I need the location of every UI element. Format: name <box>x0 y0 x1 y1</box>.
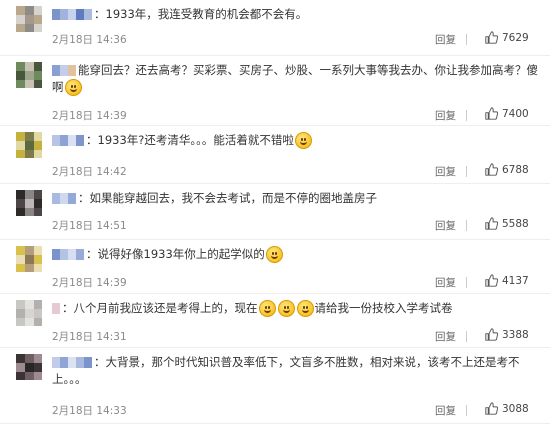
action-divider <box>466 166 467 177</box>
comment-text: ：1933年，我连受教育的机会都不会有。 <box>52 6 540 23</box>
action-divider <box>466 405 467 416</box>
comment-body: 能穿回去？还去高考？买彩票、买房子、炒股、一系列大事等我去办、你让我参加高考？傻… <box>52 62 540 96</box>
thumbs-up-icon <box>485 274 498 287</box>
thumbs-up-icon <box>485 107 498 120</box>
comment-text: ：大背景，那个时代知识普及率低下，文盲多不胜数，相对来说，该考不上还是考不上。。… <box>52 354 540 388</box>
smile-emoji-icon <box>294 132 312 149</box>
comment-timestamp: 2月18日 14:33 <box>52 405 127 417</box>
comment-item: 能穿回去？还去高考？买彩票、买房子、炒股、一系列大事等我去办、你让我参加高考？傻… <box>0 56 550 126</box>
comment-content: 能穿回去？还去高考？买彩票、买房子、炒股、一系列大事等我去办、你让我参加高考？傻… <box>52 63 538 94</box>
comment-body: ：1933年，我连受教育的机会都不会有。 <box>52 6 540 23</box>
comment-item: ：如果能穿越回去，我不会去考试，而是不停的圈地盖房子 2月18日 14:51 回复 5… <box>0 184 550 240</box>
username-mosaic[interactable] <box>52 248 84 260</box>
username-mosaic[interactable] <box>52 302 60 314</box>
reply-button[interactable]: 回复 <box>435 329 456 344</box>
username-mosaic[interactable] <box>52 356 92 368</box>
comment-timestamp: 2月18日 14:51 <box>52 220 127 232</box>
comment-timestamp: 2月18日 14:39 <box>52 277 127 289</box>
reply-button[interactable]: 回复 <box>435 218 456 233</box>
comment-text: ：1933年?还考清华。。。能活着就不错啦 <box>52 132 540 149</box>
avatar-mosaic-icon <box>16 354 42 380</box>
like-button[interactable]: 4137 <box>485 274 529 287</box>
avatar-mosaic-icon <box>16 62 42 88</box>
reply-button[interactable]: 回复 <box>435 32 456 47</box>
like-count: 7400 <box>502 107 529 120</box>
comment-item: ：1933年，我连受教育的机会都不会有。 2月18日 14:36 回复 7629 <box>0 0 550 56</box>
comment-timestamp: 2月18日 14:36 <box>52 34 127 46</box>
action-divider <box>466 110 467 121</box>
comment-content: ：大背景，那个时代知识普及率低下，文盲多不胜数，相对来说，该考不上还是考不上。。… <box>52 355 520 386</box>
comment-item: ：1933年?还考清华。。。能活着就不错啦 2月18日 14:42 回复 6788 <box>0 126 550 184</box>
comment-item: ：说得好像1933年你上的起学似的 2月18日 14:39 回复 4137 <box>0 240 550 294</box>
like-count: 4137 <box>502 274 529 287</box>
thumbs-up-icon <box>485 328 498 341</box>
avatar[interactable] <box>16 62 42 88</box>
reply-button[interactable]: 回复 <box>435 164 456 179</box>
avatar[interactable] <box>16 354 42 380</box>
comment-content: ：说得好像1933年你上的起学似的 <box>86 247 265 261</box>
smile-emoji-icon <box>277 300 295 317</box>
comment-timestamp: 2月18日 14:31 <box>52 331 127 343</box>
comment-body: ：如果能穿越回去，我不会去考试，而是不停的圈地盖房子 <box>52 190 540 207</box>
avatar[interactable] <box>16 246 42 272</box>
comment-timestamp: 2月18日 14:42 <box>52 166 127 178</box>
comment-content: ：八个月前我应该还是考得上的，现在 <box>62 301 258 315</box>
thumbs-up-icon <box>485 217 498 230</box>
like-count: 6788 <box>502 163 529 176</box>
comment-content: ：如果能穿越回去，我不会去考试，而是不停的圈地盖房子 <box>78 191 377 205</box>
thumbs-up-icon <box>485 163 498 176</box>
comment-body: ：1933年?还考清华。。。能活着就不错啦 <box>52 132 540 149</box>
thumbs-up-icon <box>485 31 498 44</box>
comment-body: ：说得好像1933年你上的起学似的 <box>52 246 540 263</box>
like-button[interactable]: 6788 <box>485 163 529 176</box>
like-count: 3388 <box>502 328 529 341</box>
smile-emoji-icon <box>64 79 82 96</box>
like-button[interactable]: 3388 <box>485 328 529 341</box>
reply-button[interactable]: 回复 <box>435 403 456 418</box>
comment-item: ：八个月前我应该还是考得上的，现在 请给我一份技校入学考试卷 2月18日 14:31… <box>0 294 550 348</box>
action-divider <box>466 34 467 45</box>
reply-button[interactable]: 回复 <box>435 275 456 290</box>
avatar[interactable] <box>16 190 42 216</box>
like-count: 5588 <box>502 217 529 230</box>
comment-body: ：八个月前我应该还是考得上的，现在 请给我一份技校入学考试卷 <box>52 300 540 317</box>
avatar[interactable] <box>16 6 42 32</box>
action-divider <box>466 277 467 288</box>
comment-text: ：八个月前我应该还是考得上的，现在 请给我一份技校入学考试卷 <box>52 300 540 317</box>
avatar-mosaic-icon <box>16 132 42 158</box>
action-divider <box>466 220 467 231</box>
avatar[interactable] <box>16 300 42 326</box>
avatar-mosaic-icon <box>16 300 42 326</box>
username-mosaic[interactable] <box>52 192 76 204</box>
avatar-mosaic-icon <box>16 6 42 32</box>
comment-item: ：大背景，那个时代知识普及率低下，文盲多不胜数，相对来说，该考不上还是考不上。。… <box>0 348 550 424</box>
smile-emoji-icon <box>265 246 283 263</box>
comment-content-continued: 请给我一份技校入学考试卷 <box>314 301 453 315</box>
avatar[interactable] <box>16 132 42 158</box>
avatar-mosaic-icon <box>16 246 42 272</box>
like-count: 7629 <box>502 31 529 44</box>
like-button[interactable]: 7400 <box>485 107 529 120</box>
comment-text: 能穿回去？还去高考？买彩票、买房子、炒股、一系列大事等我去办、你让我参加高考？傻… <box>52 62 540 96</box>
comment-body: ：大背景，那个时代知识普及率低下，文盲多不胜数，相对来说，该考不上还是考不上。。… <box>52 354 540 388</box>
comment-timestamp: 2月18日 14:39 <box>52 110 127 122</box>
comment-content: ：1933年，我连受教育的机会都不会有。 <box>94 7 308 21</box>
avatar-mosaic-icon <box>16 190 42 216</box>
reply-button[interactable]: 回复 <box>435 108 456 123</box>
username-mosaic[interactable] <box>52 64 76 76</box>
like-button[interactable]: 5588 <box>485 217 529 230</box>
comment-content: ：1933年?还考清华。。。能活着就不错啦 <box>86 133 294 147</box>
comment-text: ：如果能穿越回去，我不会去考试，而是不停的圈地盖房子 <box>52 190 540 207</box>
like-count: 3088 <box>502 402 529 415</box>
thumbs-up-icon <box>485 402 498 415</box>
smile-emoji-icon <box>258 300 276 317</box>
username-mosaic[interactable] <box>52 8 92 20</box>
smile-emoji-icon <box>296 300 314 317</box>
comment-text: ：说得好像1933年你上的起学似的 <box>52 246 540 263</box>
like-button[interactable]: 7629 <box>485 31 529 44</box>
action-divider <box>466 331 467 342</box>
comment-list: ：1933年，我连受教育的机会都不会有。 2月18日 14:36 回复 7629 能穿回… <box>0 0 550 424</box>
like-button[interactable]: 3088 <box>485 402 529 415</box>
username-mosaic[interactable] <box>52 134 84 146</box>
